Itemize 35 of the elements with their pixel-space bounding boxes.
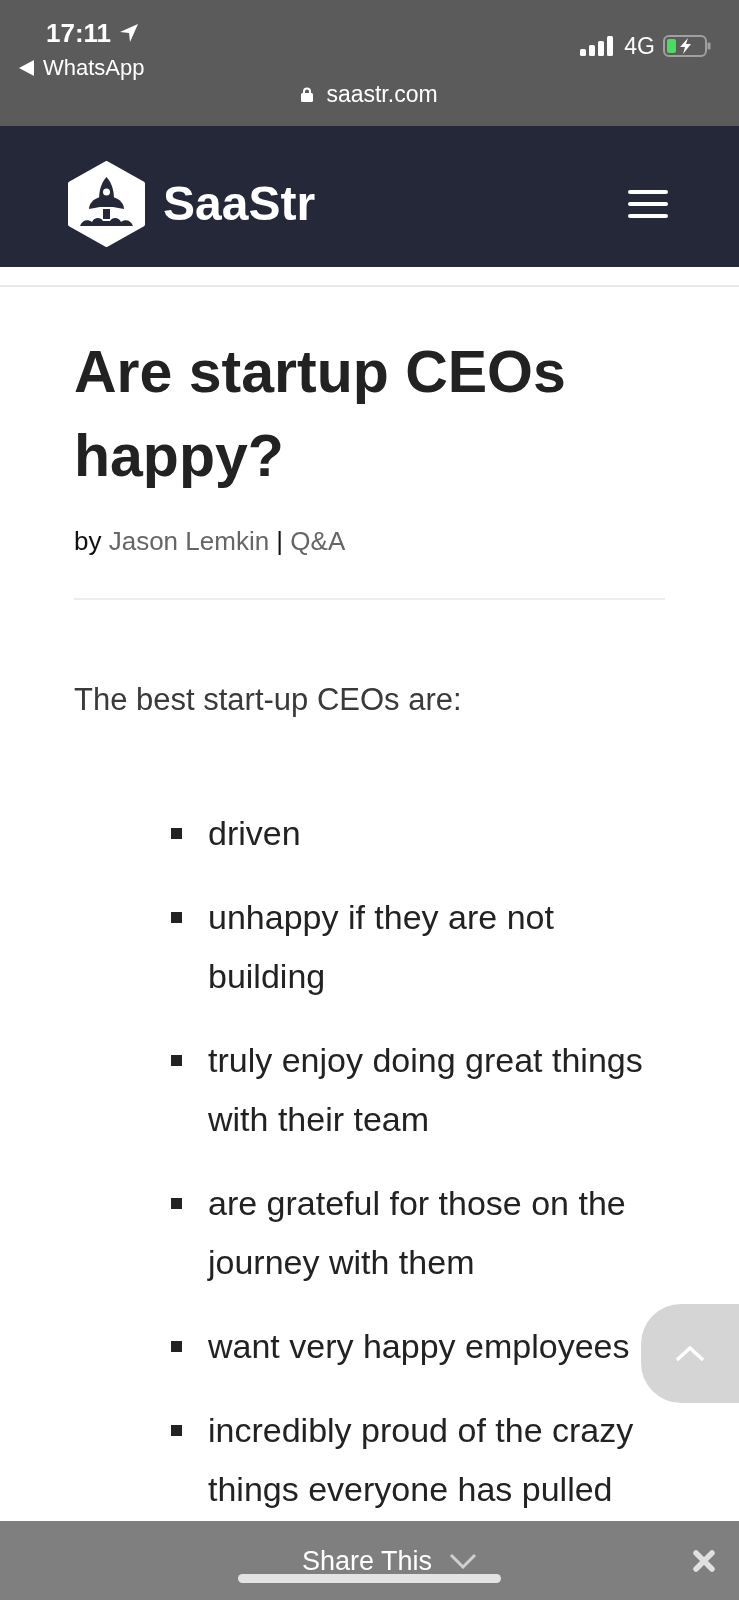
share-button[interactable]: Share This	[302, 1543, 478, 1578]
list-item-text: truly enjoy doing great things with their team	[208, 1041, 643, 1138]
square-bullet-icon	[171, 828, 182, 839]
battery-charging-icon	[663, 35, 711, 57]
chevron-down-icon	[449, 1552, 478, 1569]
chevron-up-icon	[675, 1345, 705, 1362]
list-item-text: incredibly proud of the crazy things everyone has pulled	[208, 1411, 634, 1508]
square-bullet-icon	[171, 1055, 182, 1066]
network-type: 4G	[624, 34, 655, 58]
byline: by Jason Lemkin | Q&A	[74, 525, 347, 558]
close-button[interactable]	[692, 1548, 716, 1573]
square-bullet-icon	[171, 912, 182, 923]
list-item-text: driven	[208, 814, 301, 852]
list-item-text: want very happy employees	[208, 1327, 630, 1365]
article-title: Are startup CEOs happy?	[74, 338, 567, 491]
list-item-text: are grateful for those on the journey with them	[208, 1184, 626, 1281]
menu-icon	[628, 189, 668, 218]
author-link[interactable]: Jason Lemkin	[108, 526, 270, 556]
lock-icon	[301, 86, 314, 102]
site-brand-link[interactable]: SaaStr	[163, 175, 316, 232]
square-bullet-icon	[171, 1198, 182, 1209]
list-item-text: unhappy if they are not building	[208, 898, 554, 995]
address-bar-url[interactable]: saastr.com	[326, 81, 438, 107]
close-icon	[692, 1548, 716, 1573]
clock-time: 17:11	[46, 17, 112, 50]
back-triangle-icon	[19, 60, 34, 76]
menu-button[interactable]	[628, 189, 668, 218]
category-link[interactable]: Q&A	[290, 526, 346, 556]
square-bullet-icon	[171, 1341, 182, 1352]
square-bullet-icon	[171, 1425, 182, 1436]
intro-text: The best start-up CEOs are:	[74, 681, 463, 719]
rocket-hexagon-logo-icon[interactable]	[68, 160, 145, 247]
location-arrow-icon	[119, 23, 140, 43]
signal-bars-icon	[580, 36, 615, 56]
back-to-app-button[interactable]: WhatsApp	[19, 55, 145, 81]
